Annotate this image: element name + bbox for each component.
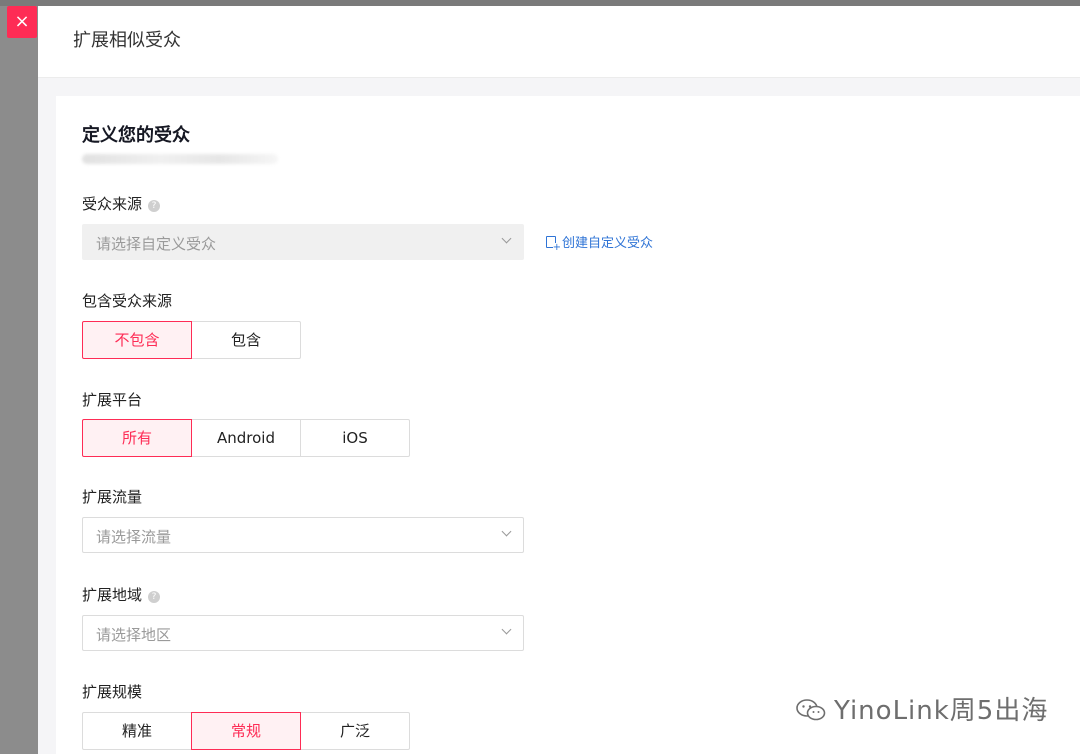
include-source-segmented: 不包含 包含 — [82, 321, 301, 359]
chevron-down-icon — [501, 233, 512, 244]
scale-option-precise[interactable]: 精准 — [82, 712, 192, 750]
section-title: 定义您的受众 — [82, 125, 190, 146]
region-label: 扩展地域? — [82, 584, 161, 605]
drawer-title: 扩展相似受众 — [73, 30, 181, 51]
watermark: YinoLink周5出海 — [796, 690, 1048, 727]
platform-label: 扩展平台 — [82, 391, 143, 409]
close-button[interactable]: × — [7, 6, 37, 38]
include-source-option-include[interactable]: 包含 — [191, 321, 301, 359]
blurred-description — [82, 154, 278, 164]
chevron-down-icon — [501, 624, 512, 635]
drawer-header: 扩展相似受众 — [38, 6, 1080, 78]
help-icon[interactable]: ? — [148, 200, 161, 212]
traffic-placeholder: 请选择流量 — [96, 528, 172, 546]
include-source-option-exclude[interactable]: 不包含 — [82, 321, 192, 359]
scale-option-standard[interactable]: 常规 — [191, 712, 301, 750]
platform-option-all[interactable]: 所有 — [82, 419, 192, 457]
audience-definition-card: 定义您的受众 受众来源? 请选择自定义受众 创建自定义受众 包含受众来源 不包含… — [56, 96, 1080, 754]
new-document-icon — [546, 236, 561, 253]
audience-source-placeholder: 请选择自定义受众 — [96, 235, 217, 253]
wechat-icon — [796, 699, 826, 721]
region-placeholder: 请选择地区 — [96, 626, 172, 644]
scale-label: 扩展规模 — [82, 683, 143, 701]
audience-source-label: 受众来源? — [82, 193, 161, 214]
platform-option-ios[interactable]: iOS — [300, 419, 410, 457]
traffic-select[interactable]: 请选择流量 — [82, 517, 524, 553]
chevron-down-icon — [501, 526, 512, 537]
help-icon[interactable]: ? — [148, 591, 161, 603]
platform-segmented: 所有 Android iOS — [82, 419, 410, 457]
include-source-label: 包含受众来源 — [82, 292, 173, 310]
platform-option-android[interactable]: Android — [191, 419, 301, 457]
region-select[interactable]: 请选择地区 — [82, 615, 524, 651]
create-custom-audience-link[interactable]: 创建自定义受众 — [546, 232, 653, 253]
drawer-panel: 扩展相似受众 定义您的受众 受众来源? 请选择自定义受众 创建自定义受众 包含受… — [38, 6, 1080, 754]
traffic-label: 扩展流量 — [82, 488, 143, 506]
scale-option-broad[interactable]: 广泛 — [300, 712, 410, 750]
scale-segmented: 精准 常规 广泛 — [82, 712, 410, 750]
audience-source-select[interactable]: 请选择自定义受众 — [82, 224, 524, 260]
close-icon: × — [14, 11, 30, 32]
